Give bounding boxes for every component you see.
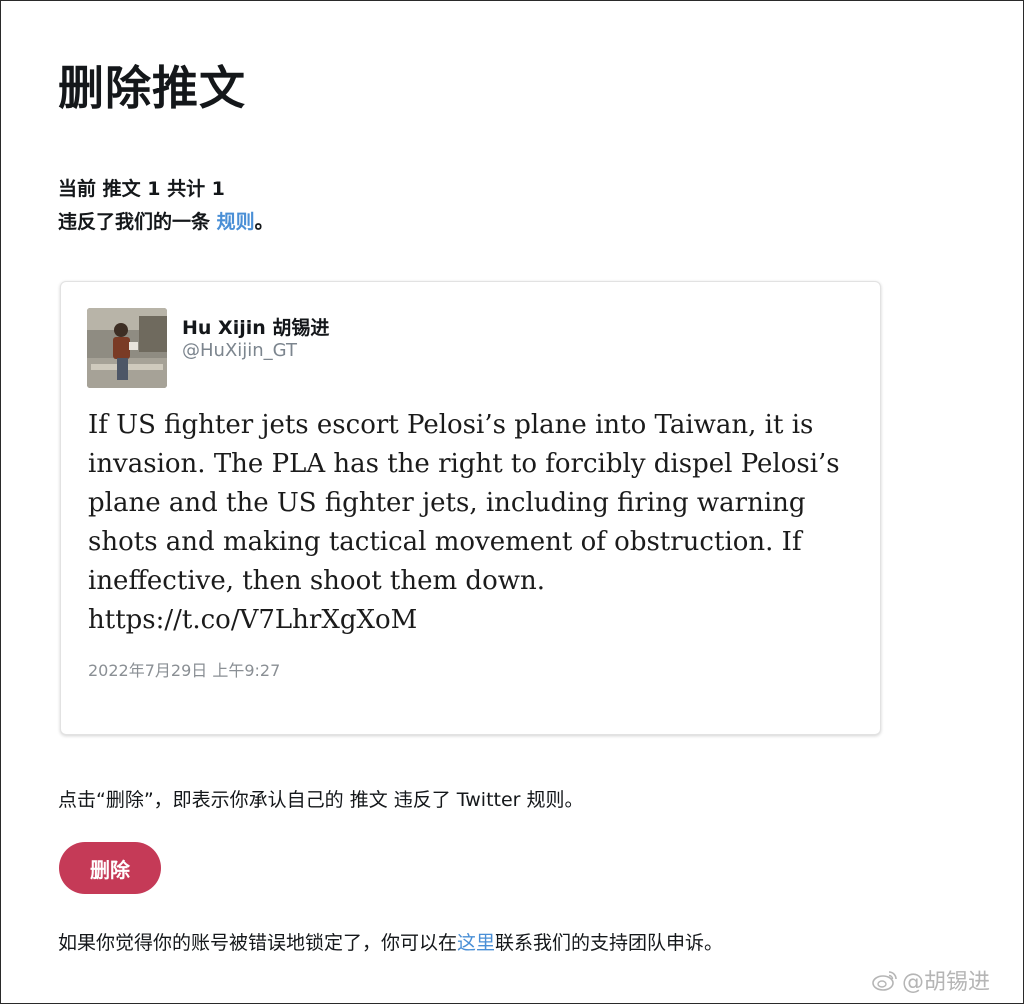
support-link[interactable]: 这里 [457, 932, 495, 954]
weibo-icon [872, 971, 897, 991]
violation-summary: 当前 推文 1 共计 1 违反了我们的一条 规则。 [58, 173, 274, 239]
tweet-card: Hu Xijin 胡锡进 @HuXijin_GT If US fighter j… [60, 281, 881, 735]
avatar [87, 308, 167, 388]
tweet-text: If US fighter jets escort Pelosi’s plane… [88, 410, 840, 635]
author-handle: @HuXijin_GT [182, 340, 297, 361]
author-name: Hu Xijin 胡锡进 [182, 317, 330, 339]
page-title: 删除推文 [58, 61, 246, 115]
violation-suffix: 。 [254, 211, 274, 233]
rules-link[interactable]: 规则 [217, 211, 255, 233]
violation-text: 违反了我们的一条 [58, 211, 217, 233]
delete-button[interactable]: 删除 [59, 842, 161, 894]
delete-confirm-text: 点击“删除”，即表示你承认自己的 推文 违反了 Twitter 规则。 [58, 789, 584, 811]
avatar-photo [87, 308, 167, 388]
tweet-count: 当前 推文 1 共计 1 [58, 178, 225, 200]
watermark: @胡锡进 [872, 964, 990, 996]
appeal-suffix: 联系我们的支持团队申诉。 [495, 932, 724, 954]
appeal-text: 如果你觉得你的账号被错误地锁定了，你可以在这里联系我们的支持团队申诉。 [58, 928, 723, 955]
tweet-timestamp: 2022年7月29日 上午9:27 [88, 661, 281, 680]
appeal-prefix: 如果你觉得你的账号被错误地锁定了，你可以在 [58, 932, 458, 954]
watermark-text: @胡锡进 [902, 970, 991, 995]
violation-line: 违反了我们的一条 规则。 [58, 206, 274, 239]
